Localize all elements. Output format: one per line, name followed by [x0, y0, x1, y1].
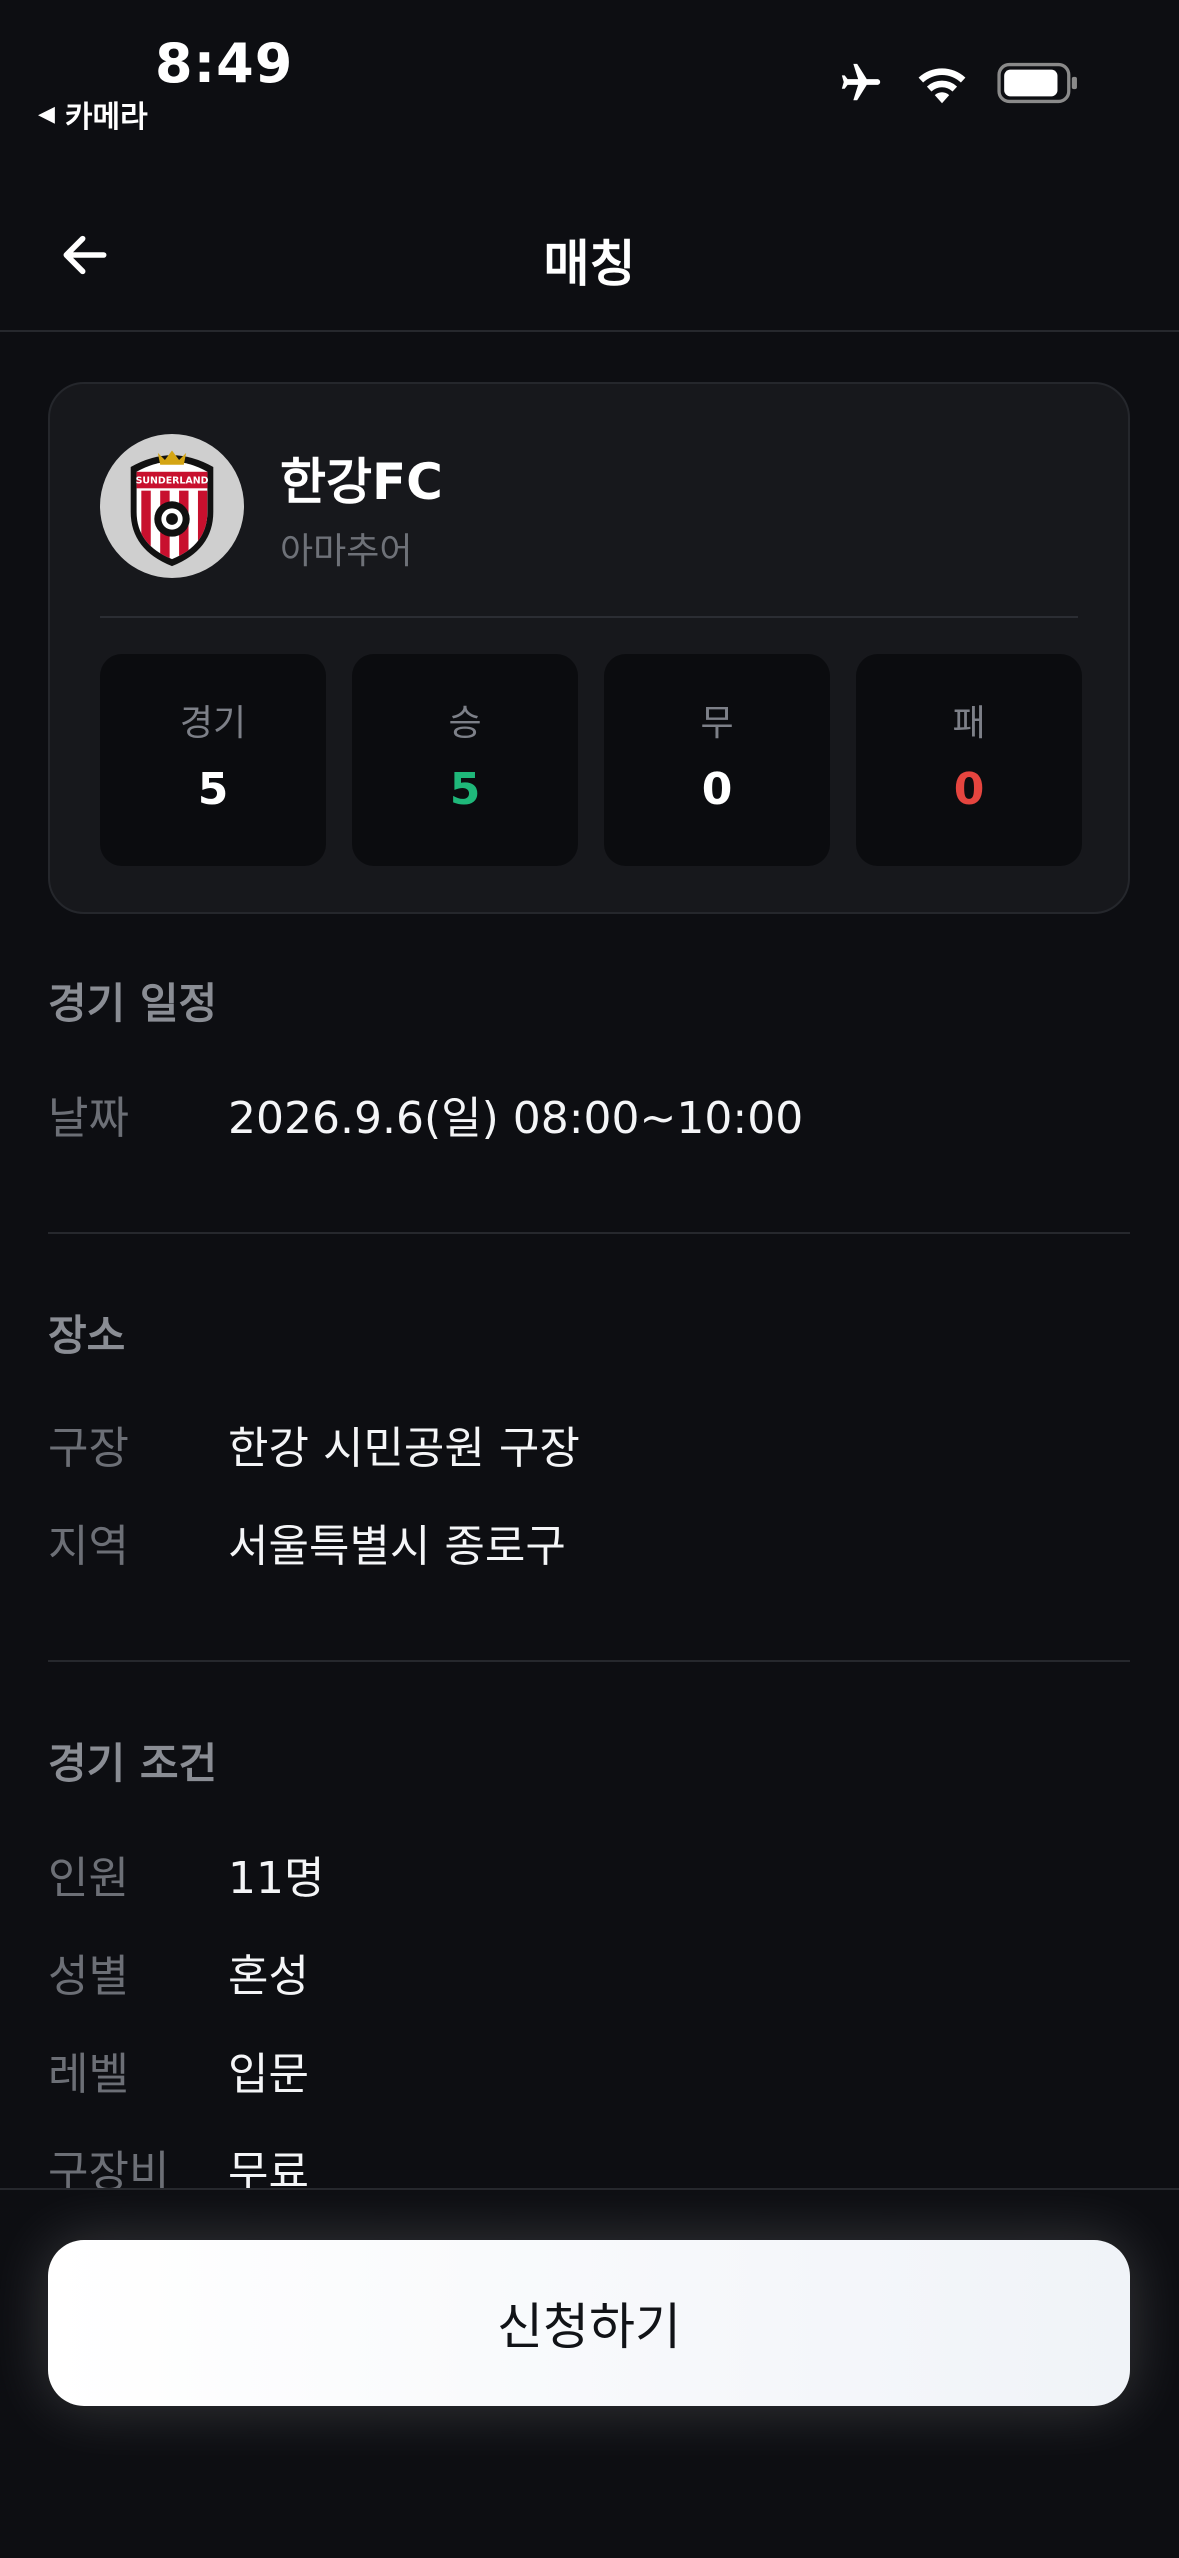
stat-wins: 승 5	[352, 654, 578, 866]
wifi-icon	[918, 68, 966, 104]
stat-label: 승	[448, 703, 482, 744]
gender-label: 성별	[48, 1951, 129, 2002]
stat-value: 0	[701, 764, 733, 815]
team-card[interactable]: SUNDERLAND 한강FC 아마추어 경기 5 승 5 무 0 패 0	[48, 382, 1130, 914]
region-label: 지역	[48, 1521, 129, 1572]
headcount-label: 인원	[48, 1853, 129, 1904]
stat-value: 5	[449, 764, 481, 815]
stat-value: 5	[197, 764, 229, 815]
team-crest-text: SUNDERLAND	[136, 476, 209, 487]
team-level: 아마추어	[280, 531, 413, 572]
headcount-value: 11명	[228, 1853, 325, 1904]
date-value: 2026.9.6(일) 08:00~10:00	[228, 1093, 804, 1144]
field-value: 한강 시민공원 구장	[228, 1423, 580, 1474]
battery-icon	[997, 62, 1077, 104]
stat-value: 0	[953, 764, 985, 815]
date-label: 날짜	[48, 1093, 129, 1144]
stat-draws: 무 0	[604, 654, 830, 866]
airplane-icon	[841, 63, 881, 101]
gender-value: 혼성	[228, 1951, 309, 2002]
section-title-schedule: 경기 일정	[48, 979, 218, 1028]
team-crest-icon: SUNDERLAND	[130, 450, 214, 567]
team-logo: SUNDERLAND	[100, 434, 244, 578]
back-triangle-icon: ◀	[38, 101, 55, 127]
status-icons	[835, 60, 1079, 106]
back-to-app-link[interactable]: ◀ 카메라	[38, 92, 148, 136]
stat-label: 무	[700, 703, 734, 744]
stat-label: 경기	[179, 703, 247, 744]
level-label: 레벨	[48, 2049, 129, 2100]
status-time: 8:49	[155, 32, 294, 95]
team-divider	[100, 616, 1078, 618]
page-title: 매칭	[543, 235, 636, 293]
section-divider	[48, 1232, 1130, 1234]
level-value: 입문	[228, 2049, 309, 2100]
nav-bar: 매칭	[0, 180, 1179, 332]
section-title-conditions: 경기 조건	[48, 1739, 218, 1788]
stat-label: 패	[952, 703, 986, 744]
section-title-location: 장소	[48, 1311, 126, 1360]
back-app-label: 카메라	[64, 100, 148, 135]
team-name: 한강FC	[280, 453, 443, 511]
stat-games: 경기 5	[100, 654, 326, 866]
bottom-action-bar: 신청하기	[0, 2188, 1179, 2558]
team-stats: 경기 5 승 5 무 0 패 0	[100, 654, 1082, 866]
region-value: 서울특별시 종로구	[228, 1521, 566, 1572]
field-label: 구장	[48, 1423, 129, 1474]
stat-losses: 패 0	[856, 654, 1082, 866]
apply-button[interactable]: 신청하기	[48, 2240, 1130, 2406]
section-divider	[48, 1660, 1130, 1662]
